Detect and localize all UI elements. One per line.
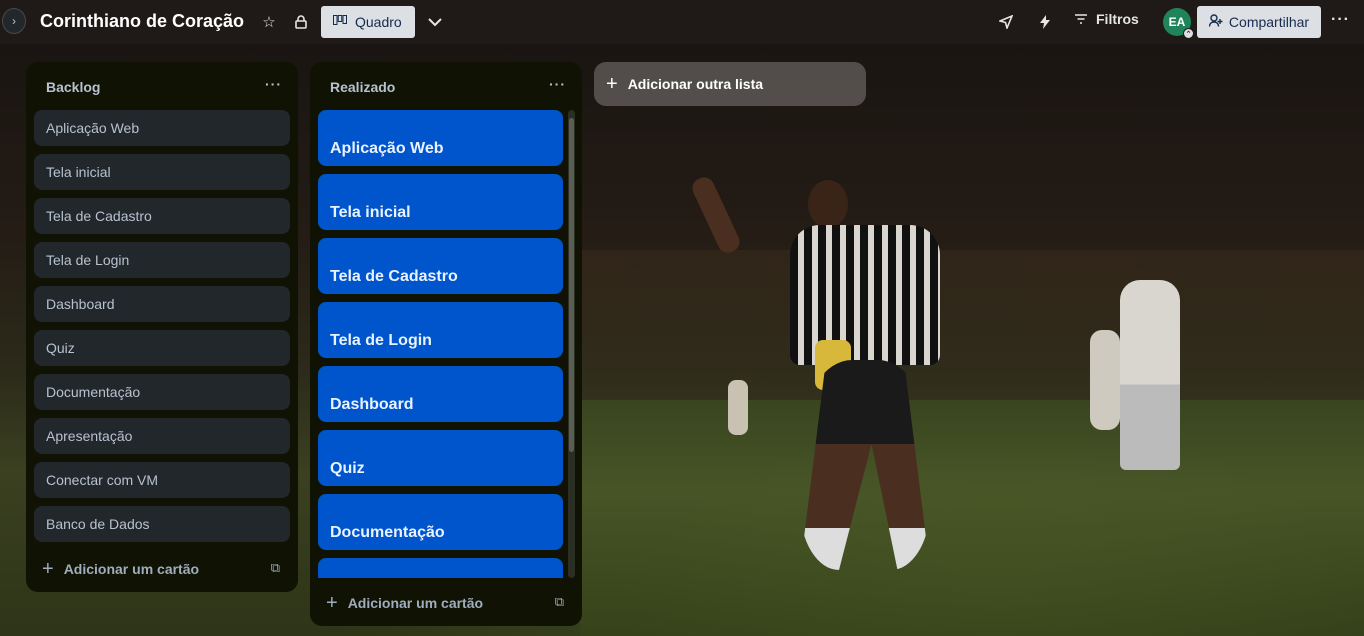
add-person-icon [1208, 14, 1223, 30]
list-title[interactable]: Realizado [330, 79, 395, 95]
card[interactable]: Aplicação Web [34, 110, 290, 146]
card[interactable]: Tela inicial [34, 154, 290, 190]
card-title: Dashboard [46, 296, 115, 312]
chevron-down-icon[interactable] [425, 12, 445, 32]
list-menu-icon[interactable]: ··· [265, 76, 282, 92]
filter-icon [1074, 11, 1088, 27]
card-template-icon[interactable]: ⧉ [271, 560, 280, 576]
add-card-button[interactable]: + Adicionar um cartão [42, 559, 199, 579]
automation-icon[interactable] [1035, 12, 1055, 32]
list-backlog: Backlog ··· Aplicação Web Tela inicial T… [26, 62, 298, 592]
card-title: Banco de Dados [46, 516, 150, 532]
card-title: Aplicação Web [46, 120, 140, 136]
card[interactable]: Banco de Dados [34, 506, 290, 542]
card[interactable]: Tela inicial [318, 174, 563, 230]
plus-icon: + [326, 592, 338, 614]
card[interactable]: Documentação [318, 494, 563, 550]
card-title: Documentação [330, 524, 445, 541]
admin-badge-icon: ⌃ [1183, 28, 1194, 39]
background-stands [580, 250, 1364, 400]
card-title: Tela de Login [330, 332, 432, 349]
scrollbar-thumb[interactable] [569, 118, 574, 452]
card-title: Tela de Cadastro [46, 208, 152, 224]
card[interactable]: Tela de Login [34, 242, 290, 278]
card[interactable]: Aplicação Web [318, 110, 563, 166]
background-field [580, 400, 1364, 636]
expand-sidebar-button[interactable]: › [2, 8, 26, 34]
member-avatar[interactable]: EA ⌃ [1163, 8, 1194, 39]
card[interactable]: Dashboard [34, 286, 290, 322]
card[interactable]: Tela de Login [318, 302, 563, 358]
card[interactable]: Dashboard [318, 366, 563, 422]
plus-icon: + [606, 73, 618, 95]
card-title: Tela de Cadastro [330, 268, 458, 285]
filters-button[interactable]: Filtros [1074, 11, 1139, 27]
plus-icon: + [42, 558, 54, 580]
background-player-head [808, 180, 848, 228]
card[interactable]: Quiz [34, 330, 290, 366]
lock-icon[interactable] [291, 12, 311, 32]
card-list-scroll-area[interactable]: Aplicação Web Tela inicial Tela de Cadas… [310, 110, 582, 578]
card-title: Conectar com VM [46, 472, 159, 488]
background-player-white [1120, 280, 1180, 470]
card-template-icon[interactable]: ⧉ [555, 594, 564, 610]
board-view-icon [333, 14, 347, 30]
card-title: Quiz [330, 460, 365, 477]
filters-label: Filtros [1096, 11, 1139, 27]
card[interactable]: Tela de Cadastro [34, 198, 290, 234]
board-header: › Corinthiano de Coração ☆ Quadro Filtro… [0, 0, 1364, 44]
card[interactable] [318, 558, 563, 578]
chevron-right-icon: › [12, 14, 16, 28]
card-title: Tela de Login [46, 252, 130, 268]
share-button[interactable]: Compartilhar [1197, 6, 1321, 38]
add-card-button[interactable]: + Adicionar um cartão [326, 593, 483, 613]
list-menu-icon[interactable]: ··· [549, 76, 566, 92]
list-realizado: Realizado ··· Aplicação Web Tela inicial… [310, 62, 582, 626]
avatar-initials: EA [1168, 15, 1186, 29]
card-title: Dashboard [330, 396, 414, 413]
add-card-label: Adicionar um cartão [63, 561, 200, 577]
star-icon[interactable]: ☆ [259, 12, 279, 32]
add-card-label: Adicionar um cartão [347, 595, 484, 611]
card-title: Aplicação Web [330, 140, 444, 157]
background-player-distant [1090, 330, 1120, 430]
add-list-label: Adicionar outra lista [627, 76, 764, 92]
card[interactable]: Documentação [34, 374, 290, 410]
more-options-icon[interactable]: ··· [1331, 11, 1350, 29]
card-title: Apresentação [46, 428, 133, 444]
power-ups-icon[interactable] [996, 12, 1016, 32]
card-title: Tela inicial [46, 164, 111, 180]
share-label: Compartilhar [1228, 14, 1310, 30]
board-view-label: Quadro [355, 14, 402, 30]
add-list-button[interactable]: + Adicionar outra lista [594, 62, 866, 106]
background-player-shirt [790, 225, 940, 365]
card[interactable]: Quiz [318, 430, 563, 486]
card[interactable]: Conectar com VM [34, 462, 290, 498]
list-title[interactable]: Backlog [46, 79, 100, 95]
card-title: Tela inicial [330, 204, 411, 221]
card-title: Documentação [46, 384, 141, 400]
card[interactable]: Tela de Cadastro [318, 238, 563, 294]
card[interactable]: Apresentação [34, 418, 290, 454]
board-view-button[interactable]: Quadro [321, 6, 415, 38]
background-player-far [728, 380, 748, 435]
board-title[interactable]: Corinthiano de Coração [40, 11, 244, 32]
card-title: Quiz [46, 340, 75, 356]
